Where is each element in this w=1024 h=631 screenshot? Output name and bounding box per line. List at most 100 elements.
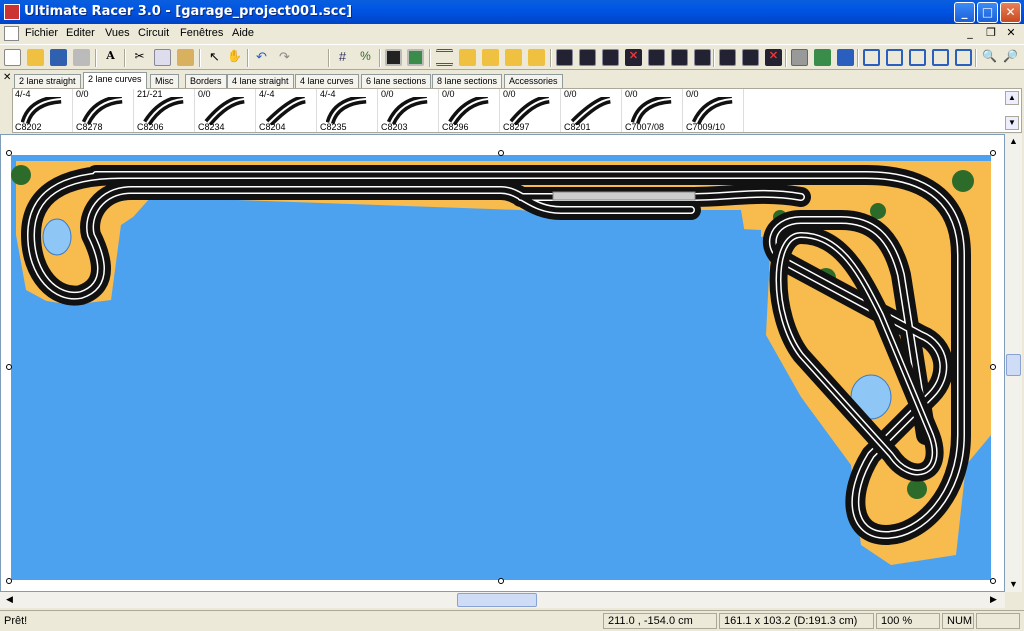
border-tool-2-icon[interactable] (742, 49, 759, 66)
track-piece-icon (692, 97, 733, 125)
lane-tool-1-icon[interactable] (556, 49, 573, 66)
ungroup-icon[interactable] (482, 49, 499, 66)
group-icon[interactable] (459, 49, 476, 66)
palette-item[interactable]: 0/0 C8203 (379, 89, 439, 132)
mdi-close-button[interactable]: ✕ (1003, 26, 1019, 41)
align-left-icon[interactable] (436, 49, 453, 66)
palette-item-code: C8234 (198, 122, 225, 132)
palette-item-code: C8204 (259, 122, 286, 132)
palette-item[interactable]: 21/-21 C8206 (135, 89, 195, 132)
lane-tool-6-icon[interactable] (671, 49, 688, 66)
palette-item[interactable]: 4/-4 C8235 (318, 89, 378, 132)
app-icon[interactable] (4, 4, 20, 20)
palette-item-code: C8206 (137, 122, 164, 132)
shape-tool-5-icon[interactable] (955, 49, 972, 66)
swap-icon[interactable] (837, 49, 854, 66)
shape-tool-3-icon[interactable] (909, 49, 926, 66)
tab-2-lane-straight[interactable]: 2 lane straight (14, 74, 81, 88)
vertical-scroll-thumb[interactable] (1006, 354, 1021, 376)
shape-tool-2-icon[interactable] (886, 49, 903, 66)
grid-icon[interactable]: # (334, 49, 351, 66)
lane-tool-7-icon[interactable] (694, 49, 711, 66)
send-back-icon[interactable] (528, 49, 545, 66)
lane-tool-2-icon[interactable] (579, 49, 596, 66)
close-palette-icon[interactable]: ✕ (3, 72, 11, 83)
menu-fenetres[interactable]: Fenêtres (180, 27, 223, 39)
track-piece-icon (326, 97, 367, 125)
maximize-button[interactable]: □ (977, 2, 998, 23)
palette-item[interactable]: 0/0 C7007/08 (623, 89, 683, 132)
horizontal-scroll-thumb[interactable] (457, 593, 537, 607)
shape-tool-1-icon[interactable] (863, 49, 880, 66)
palette-item[interactable]: 4/-4 C8204 (257, 89, 317, 132)
delete-lane-icon[interactable]: ✕ (625, 49, 642, 66)
lane-tool-5-icon[interactable] (648, 49, 665, 66)
tab-8-lane-sections[interactable]: 8 lane sections (432, 74, 503, 88)
redo-icon[interactable]: ↷ (276, 49, 293, 66)
track-piece-icon (387, 97, 428, 125)
track-canvas[interactable] (0, 134, 1005, 592)
palette-item[interactable]: 4/-4 C8202 (13, 89, 73, 132)
palette-item[interactable]: 0/0 C8201 (562, 89, 622, 132)
measure-icon[interactable] (791, 49, 808, 66)
palette-scroll-up-button[interactable]: ▲ (1005, 91, 1019, 105)
print-icon[interactable] (73, 49, 90, 66)
lane-tool-3-icon[interactable] (602, 49, 619, 66)
scroll-up-button[interactable]: ▲ (1006, 134, 1021, 149)
palette-item[interactable]: 0/0 C7009/10 (684, 89, 744, 132)
border-tool-1-icon[interactable] (719, 49, 736, 66)
scroll-left-button[interactable]: ◀ (2, 592, 17, 607)
hand-pan-icon[interactable]: ✋ (226, 49, 243, 66)
palette-item[interactable]: 0/0 C8234 (196, 89, 256, 132)
cut-icon[interactable]: ✂ (131, 49, 148, 66)
shape-tool-4-icon[interactable] (932, 49, 949, 66)
tab-2-lane-curves[interactable]: 2 lane curves (83, 72, 147, 89)
minimize-button[interactable]: _ (954, 2, 975, 23)
percent-icon[interactable]: % (357, 49, 374, 66)
tab-borders[interactable]: Borders (185, 74, 227, 88)
track-piece-icon (265, 97, 306, 125)
menu-editer[interactable]: Editer (66, 27, 95, 39)
palette-scroll-down-button[interactable]: ▼ (1005, 116, 1019, 130)
zoom-out-icon[interactable]: 🔎 (1002, 49, 1019, 66)
bring-front-icon[interactable] (505, 49, 522, 66)
new-file-icon[interactable] (4, 49, 21, 66)
save-icon[interactable] (50, 49, 67, 66)
zoom-in-icon[interactable]: 🔍 (981, 49, 998, 66)
menu-aide[interactable]: Aide (232, 27, 254, 39)
scroll-down-button[interactable]: ▼ (1006, 577, 1021, 592)
tab-4-lane-curves[interactable]: 4 lane curves (295, 74, 359, 88)
close-button[interactable]: ✕ (1000, 2, 1021, 23)
document-icon[interactable] (4, 26, 19, 41)
palette-item[interactable]: 0/0 C8278 (74, 89, 134, 132)
tab-6-lane-sections[interactable]: 6 lane sections (361, 74, 432, 88)
tab-accessories[interactable]: Accessories (504, 74, 563, 88)
copy-icon[interactable] (154, 49, 171, 66)
palette-item[interactable]: 0/0 C8297 (501, 89, 561, 132)
track-piece-icon (204, 97, 245, 125)
paste-icon[interactable] (177, 49, 194, 66)
mdi-restore-button[interactable]: ❐ (983, 26, 999, 41)
tab-misc[interactable]: Misc (150, 74, 179, 88)
horizontal-scrollbar[interactable]: ◀ ▶ (0, 592, 1005, 608)
status-text: Prêt! (4, 615, 28, 627)
track-view-icon[interactable] (385, 49, 402, 66)
menu-vues[interactable]: Vues (105, 27, 130, 39)
border-delete-icon[interactable]: ✕ (765, 49, 782, 66)
menu-circuit[interactable]: Circuit (138, 27, 169, 39)
undo-icon[interactable]: ↶ (253, 49, 270, 66)
vertical-scrollbar[interactable]: ▲ ▼ (1005, 134, 1022, 592)
camera-icon[interactable] (814, 49, 831, 66)
window-title: Ultimate Racer 3.0 - [garage_project001.… (24, 4, 353, 19)
track-layout[interactable] (1, 135, 1004, 591)
tab-4-lane-straight[interactable]: 4 lane straight (227, 74, 294, 88)
mdi-minimize-button[interactable]: _ (962, 26, 978, 41)
scenery-view-icon[interactable] (407, 49, 424, 66)
menu-fichier[interactable]: Fichier (25, 27, 58, 39)
select-pointer-icon[interactable]: ↖ (206, 49, 223, 66)
scroll-right-button[interactable]: ▶ (986, 592, 1001, 607)
text-tool-icon[interactable]: A (102, 49, 119, 66)
palette-item-code: C8203 (381, 122, 408, 132)
palette-item[interactable]: 0/0 C8296 (440, 89, 500, 132)
open-folder-icon[interactable] (27, 49, 44, 66)
